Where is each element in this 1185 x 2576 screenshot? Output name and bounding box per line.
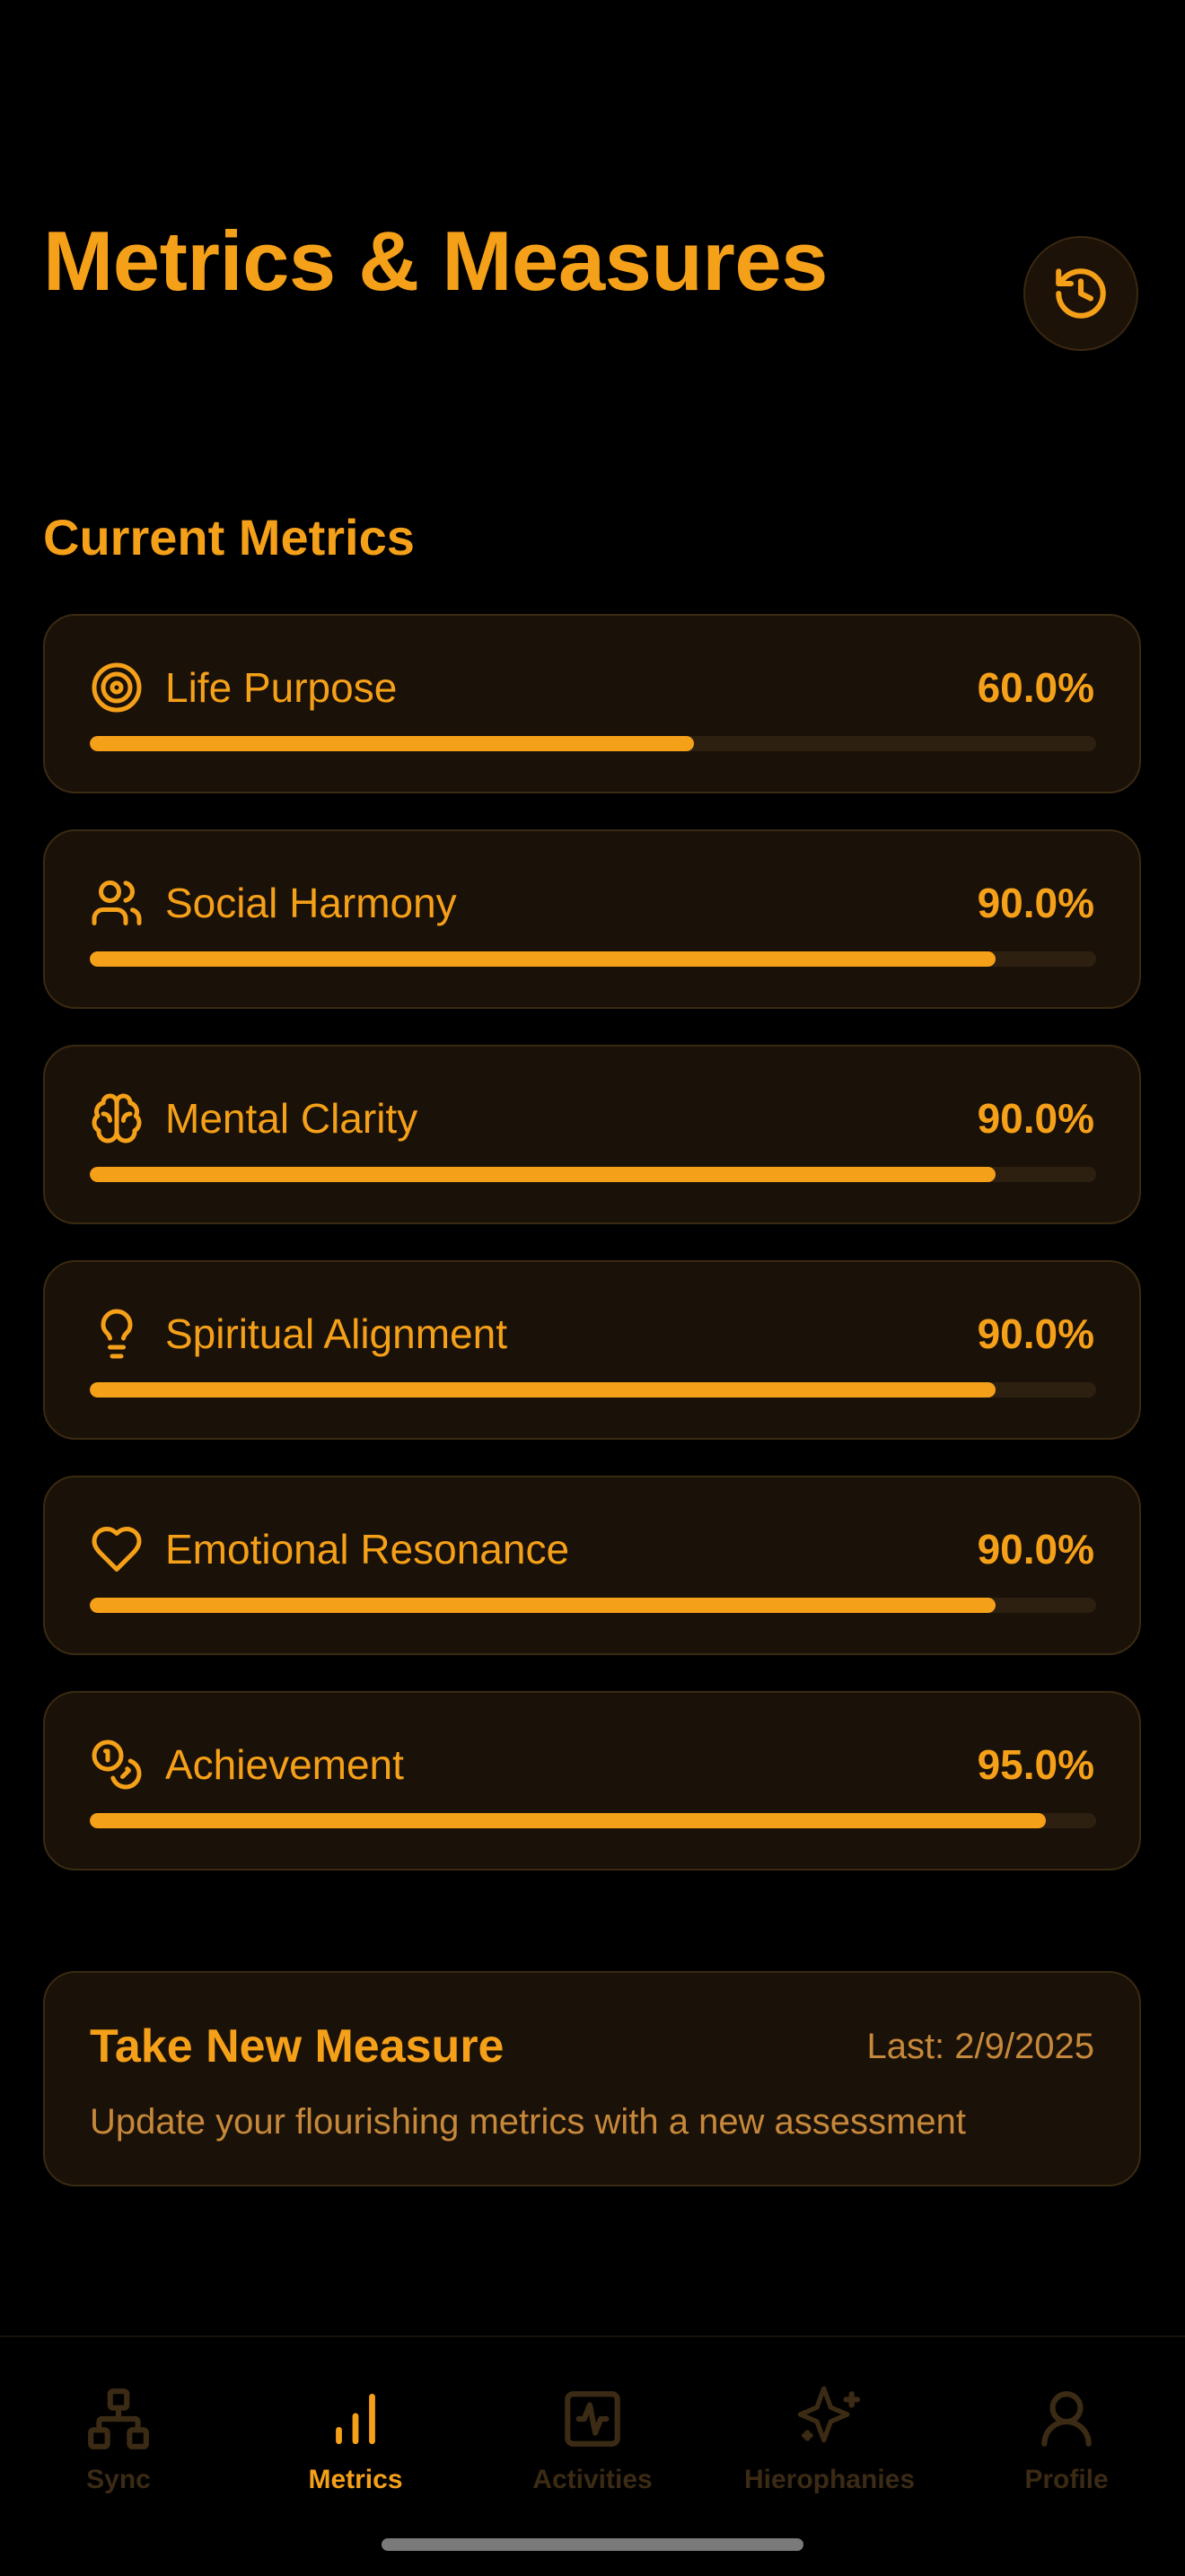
tab-hierophanies[interactable]: Hierophanies: [711, 2386, 948, 2520]
users-icon: [92, 881, 142, 925]
tab-label: Metrics: [308, 2465, 403, 2494]
section-title: Current Metrics: [43, 509, 415, 565]
lightbulb-icon: [101, 1309, 133, 1359]
coins-icon: [92, 1739, 142, 1790]
progress-track: [90, 951, 1096, 967]
progress-track: [90, 1598, 1096, 1613]
heart-icon: [92, 1527, 142, 1572]
tab-metrics[interactable]: Metrics: [237, 2386, 474, 2520]
network-icon: [88, 2388, 149, 2449]
target-icon: [92, 662, 142, 713]
metric-card-mental-clarity[interactable]: Mental Clarity 90.0%: [43, 1045, 1141, 1224]
progress-track: [90, 1382, 1096, 1398]
progress-track: [90, 1813, 1096, 1828]
metric-card-social-harmony[interactable]: Social Harmony 90.0%: [43, 829, 1141, 1009]
sparkles-icon: [797, 2386, 860, 2443]
metric-label: Spiritual Alignment: [165, 1310, 507, 1357]
progress-fill: [90, 1382, 996, 1398]
metric-value: 95.0%: [977, 1741, 1094, 1788]
metric-card-achievement[interactable]: Achievement 95.0%: [43, 1691, 1141, 1871]
bar-chart-icon: [336, 2393, 375, 2445]
metric-label: Life Purpose: [165, 664, 398, 711]
last-measure-date: Last: 2/9/2025: [866, 2027, 1094, 2066]
brain-icon: [92, 1093, 142, 1143]
metric-label: Mental Clarity: [165, 1095, 418, 1142]
measure-description: Update your flourishing metrics with a n…: [90, 2102, 966, 2142]
metric-value: 90.0%: [977, 1310, 1094, 1357]
metric-value: 90.0%: [977, 1526, 1094, 1573]
take-new-measure-card[interactable]: Take New Measure Last: 2/9/2025 Update y…: [43, 1971, 1141, 2186]
progress-fill: [90, 1167, 996, 1182]
progress-fill: [90, 951, 996, 967]
metric-value: 60.0%: [977, 664, 1094, 711]
page-title: Metrics & Measures: [43, 214, 828, 308]
metric-card-emotional-resonance[interactable]: Emotional Resonance 90.0%: [43, 1476, 1141, 1655]
tab-label: Activities: [532, 2465, 653, 2494]
metric-value: 90.0%: [977, 1095, 1094, 1142]
metric-label: Emotional Resonance: [165, 1526, 570, 1573]
tab-activities[interactable]: Activities: [474, 2386, 711, 2520]
progress-track: [90, 736, 1096, 751]
tab-profile[interactable]: Profile: [948, 2386, 1185, 2520]
metric-label: Social Harmony: [165, 880, 457, 926]
tab-label: Hierophanies: [743, 2465, 916, 2494]
user-icon: [1041, 2391, 1092, 2447]
measure-title: Take New Measure: [90, 2020, 505, 2072]
history-button[interactable]: [1023, 236, 1138, 351]
tab-label: Profile: [1024, 2465, 1109, 2494]
tab-label: Sync: [86, 2465, 151, 2494]
metric-label: Achievement: [165, 1741, 404, 1788]
home-indicator: [382, 2538, 803, 2551]
progress-fill: [90, 736, 694, 751]
metric-card-spiritual-alignment[interactable]: Spiritual Alignment 90.0%: [43, 1260, 1141, 1440]
metric-value: 90.0%: [977, 880, 1094, 926]
progress-fill: [90, 1598, 996, 1613]
progress-track: [90, 1167, 1096, 1182]
metric-card-life-purpose[interactable]: Life Purpose 60.0%: [43, 614, 1141, 793]
tab-sync[interactable]: Sync: [0, 2386, 237, 2520]
activity-icon: [565, 2391, 620, 2447]
history-icon: [1056, 268, 1106, 319]
progress-fill: [90, 1813, 1046, 1828]
